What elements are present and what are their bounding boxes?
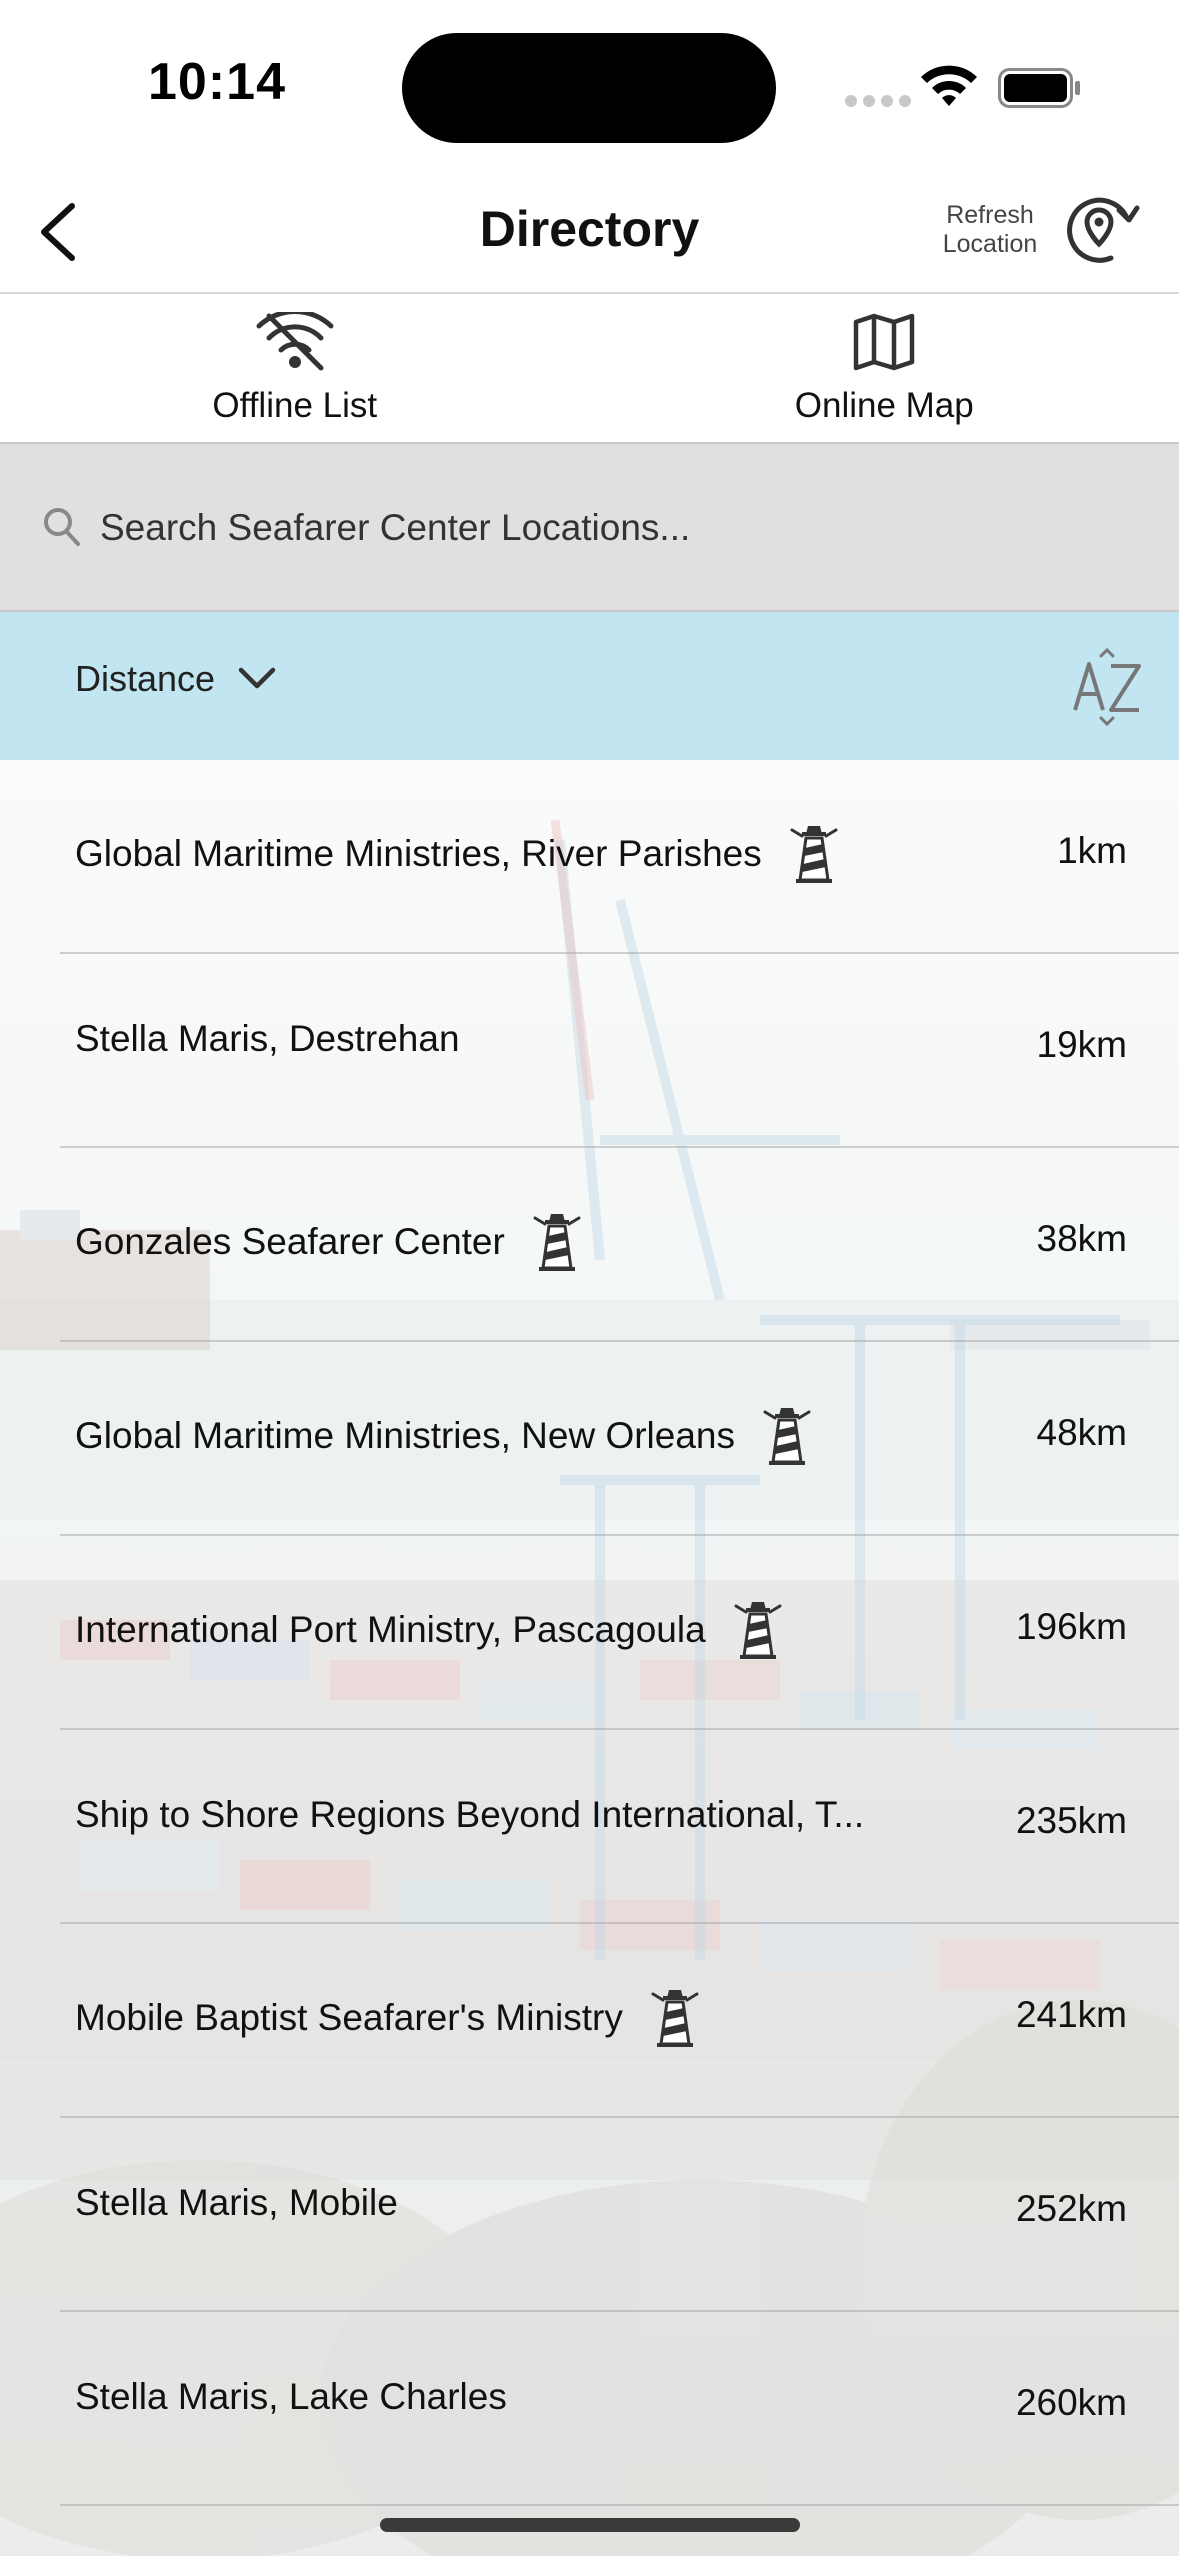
- sort-label: Distance: [75, 658, 216, 699]
- tab-offline-list-label: Offline List: [212, 386, 378, 425]
- location-name-group: Global Maritime Ministries, River Parish…: [75, 824, 842, 884]
- location-name: Ship to Shore Regions Beyond Internation…: [75, 1794, 865, 1835]
- wifi-off-icon: [256, 312, 334, 371]
- sort-by-distance-dropdown[interactable]: Distance: [75, 658, 277, 700]
- refresh-location-label: Refresh Location: [942, 201, 1038, 258]
- location-list-area[interactable]: Global Maritime Ministries, River Parish…: [0, 760, 1179, 2556]
- battery-icon: [998, 68, 1080, 108]
- location-name-group: Gonzales Seafarer Center: [75, 1212, 585, 1272]
- location-name: Global Maritime Ministries, River Parish…: [75, 833, 762, 874]
- search-bar: [0, 444, 1179, 612]
- wifi-icon: [921, 65, 977, 106]
- chevron-left-icon: [41, 203, 75, 261]
- location-name: Gonzales Seafarer Center: [75, 1221, 505, 1262]
- location-name-group: Stella Maris, Destrehan: [75, 1018, 460, 1060]
- location-distance: 1km: [1057, 830, 1127, 871]
- location-name-group: International Port Ministry, Pascagoula: [75, 1600, 786, 1660]
- sort-az-icon: [1073, 647, 1141, 727]
- sort-az-button[interactable]: [1071, 647, 1145, 728]
- location-name-group: Ship to Shore Regions Beyond Internation…: [75, 1794, 864, 1836]
- lighthouse-icon: [786, 824, 842, 884]
- lighthouse-icon: [730, 1600, 786, 1660]
- location-distance: 235km: [1015, 1800, 1127, 1841]
- location-name-group: Stella Maris, Mobile: [75, 2182, 398, 2224]
- location-distance: 38km: [1036, 1218, 1127, 1259]
- status-bar: 10:14: [0, 0, 1179, 170]
- location-name: Stella Maris, Mobile: [75, 2182, 398, 2223]
- location-distance: 196km: [1015, 1606, 1127, 1647]
- cellular-signal-icon: [845, 95, 911, 107]
- chevron-down-icon: [238, 667, 276, 689]
- dynamic-island: [402, 33, 776, 143]
- location-distance: 252km: [1015, 2188, 1127, 2229]
- location-distance: 241km: [1015, 1994, 1127, 2035]
- location-distance: 260km: [1015, 2382, 1127, 2423]
- lighthouse-icon: [529, 1212, 585, 1272]
- map-icon: [854, 313, 915, 371]
- location-distance: 19km: [1036, 1024, 1127, 1065]
- search-input[interactable]: [100, 494, 1140, 562]
- location-name-group: Stella Maris, Lake Charles: [75, 2376, 507, 2418]
- location-name: International Port Ministry, Pascagoula: [75, 1609, 706, 1650]
- location-distance: 48km: [1036, 1412, 1127, 1453]
- tab-online-map-label: Online Map: [794, 386, 974, 425]
- list-item[interactable]: Global Maritime Ministries, River Parish…: [0, 760, 1179, 954]
- lighthouse-icon: [759, 1406, 815, 1466]
- navigation-bar: Directory Refresh Location: [0, 170, 1179, 294]
- view-tabs: Offline List Online Map: [0, 294, 1179, 444]
- tab-offline-list[interactable]: Offline List: [0, 294, 590, 442]
- sort-bar: Distance: [0, 612, 1179, 760]
- refresh-location-icon: [1067, 197, 1140, 263]
- list-item[interactable]: Gonzales Seafarer Center 38km: [0, 1148, 1179, 1342]
- list-item[interactable]: Stella Maris, Destrehan 19km: [0, 954, 1179, 1148]
- location-name: Global Maritime Ministries, New Orleans: [75, 1415, 736, 1456]
- location-name: Stella Maris, Destrehan: [75, 1018, 460, 1059]
- status-time: 10:14: [148, 53, 286, 111]
- location-name: Mobile Baptist Seafarer's Ministry: [75, 1997, 623, 2038]
- list-item[interactable]: Stella Maris, Mobile 252km: [0, 2118, 1179, 2312]
- list-item[interactable]: Stella Maris, Lake Charles 260km: [0, 2312, 1179, 2506]
- list-item[interactable]: Global Maritime Ministries, New Orleans 4…: [0, 1342, 1179, 1536]
- home-indicator[interactable]: [380, 2518, 800, 2532]
- back-button[interactable]: [18, 192, 98, 272]
- refresh-location-button[interactable]: Refresh Location: [935, 188, 1143, 272]
- list-item[interactable]: International Port Ministry, Pascagoula 1…: [0, 1536, 1179, 1730]
- location-list: Global Maritime Ministries, River Parish…: [0, 760, 1179, 2506]
- tab-online-map[interactable]: Online Map: [590, 294, 1179, 442]
- lighthouse-icon: [647, 1988, 703, 2048]
- location-name: Stella Maris, Lake Charles: [75, 2376, 507, 2417]
- location-name-group: Mobile Baptist Seafarer's Ministry: [75, 1988, 703, 2048]
- location-name-group: Global Maritime Ministries, New Orleans: [75, 1406, 815, 1466]
- list-item[interactable]: Mobile Baptist Seafarer's Ministry 241km: [0, 1924, 1179, 2118]
- search-icon: [44, 508, 80, 546]
- list-item[interactable]: Ship to Shore Regions Beyond Internation…: [0, 1730, 1179, 1924]
